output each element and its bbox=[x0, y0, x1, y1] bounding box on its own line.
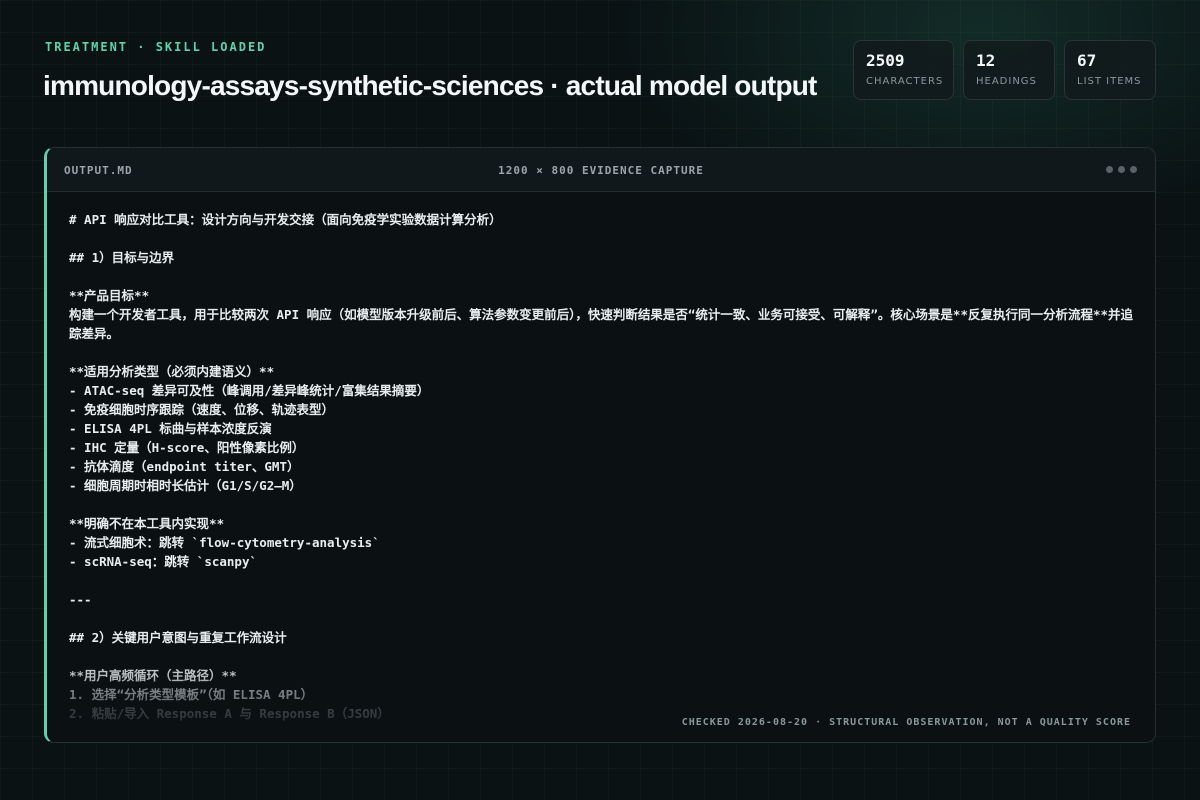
output-line: - 免疫细胞时序跟踪（速度、位移、轨迹表型） bbox=[69, 402, 335, 417]
output-line: - ELISA 4PL 标曲与样本浓度反演 bbox=[69, 421, 272, 436]
output-line: - scRNA-seq：跳转 `scanpy` bbox=[69, 554, 258, 569]
footer-note: CHECKED 2026-08-20 · STRUCTURAL OBSERVAT… bbox=[681, 717, 1131, 728]
markdown-output[interactable]: # API 响应对比工具：设计方向与开发交接（面向免疫学实验数据计算分析） ## … bbox=[69, 210, 1139, 738]
stat-value: 67 bbox=[1077, 51, 1097, 70]
stat-value: 12 bbox=[976, 51, 996, 70]
output-line: 构建一个开发者工具，用于比较两次 API 响应（如模型版本升级前后、算法参数变更… bbox=[69, 307, 1134, 341]
page-title: immunology-assays-synthetic-sciences · a… bbox=[43, 70, 817, 101]
stat-card-headings: 12 HEADINGS bbox=[963, 40, 1055, 100]
dot-icon bbox=[1118, 166, 1125, 173]
output-line: --- bbox=[69, 592, 92, 607]
output-line: **明确不在本工具内实现** bbox=[69, 516, 225, 531]
window-menu-dots[interactable] bbox=[1106, 166, 1137, 173]
output-line: - 抗体滴度（endpoint titer、GMT） bbox=[69, 459, 300, 474]
output-line: - 流式细胞术：跳转 `flow-cytometry-analysis` bbox=[69, 535, 380, 550]
section-eyebrow: TREATMENT · SKILL LOADED bbox=[45, 40, 267, 54]
panel-caption: 1200 × 800 EVIDENCE CAPTURE bbox=[498, 164, 704, 177]
panel-titlebar: OUTPUT.MD 1200 × 800 EVIDENCE CAPTURE bbox=[47, 148, 1155, 192]
dot-icon bbox=[1130, 166, 1137, 173]
output-line: # API 响应对比工具：设计方向与开发交接（面向免疫学实验数据计算分析） bbox=[69, 212, 502, 227]
output-line: **适用分析类型（必须内建语义）** bbox=[69, 364, 275, 379]
output-panel: OUTPUT.MD 1200 × 800 EVIDENCE CAPTURE # … bbox=[44, 147, 1156, 743]
output-line: - ATAC-seq 差异可及性（峰调用/差异峰统计/富集结果摘要） bbox=[69, 383, 430, 398]
stat-card-list-items: 67 LIST ITEMS bbox=[1064, 40, 1156, 100]
output-line: - 细胞周期时相时长估计（G1/S/G2–M） bbox=[69, 478, 302, 493]
output-line: ## 2）关键用户意图与重复工作流设计 bbox=[69, 630, 287, 645]
output-line: 1. 选择“分析类型模板”（如 ELISA 4PL） bbox=[69, 687, 314, 702]
output-line: ## 1）目标与边界 bbox=[69, 250, 175, 265]
output-line: - IHC 定量（H-score、阳性像素比例） bbox=[69, 440, 305, 455]
stat-label: LIST ITEMS bbox=[1077, 76, 1142, 87]
stats-group: 2509 CHARACTERS 12 HEADINGS 67 LIST ITEM… bbox=[853, 40, 1156, 100]
output-line: **产品目标** bbox=[69, 288, 150, 303]
stat-card-characters: 2509 CHARACTERS bbox=[853, 40, 954, 100]
output-line: **用户高频循环（主路径）** bbox=[69, 668, 237, 683]
stat-value: 2509 bbox=[866, 51, 905, 70]
stat-label: CHARACTERS bbox=[866, 76, 944, 87]
dot-icon bbox=[1106, 166, 1113, 173]
stat-label: HEADINGS bbox=[976, 76, 1037, 87]
